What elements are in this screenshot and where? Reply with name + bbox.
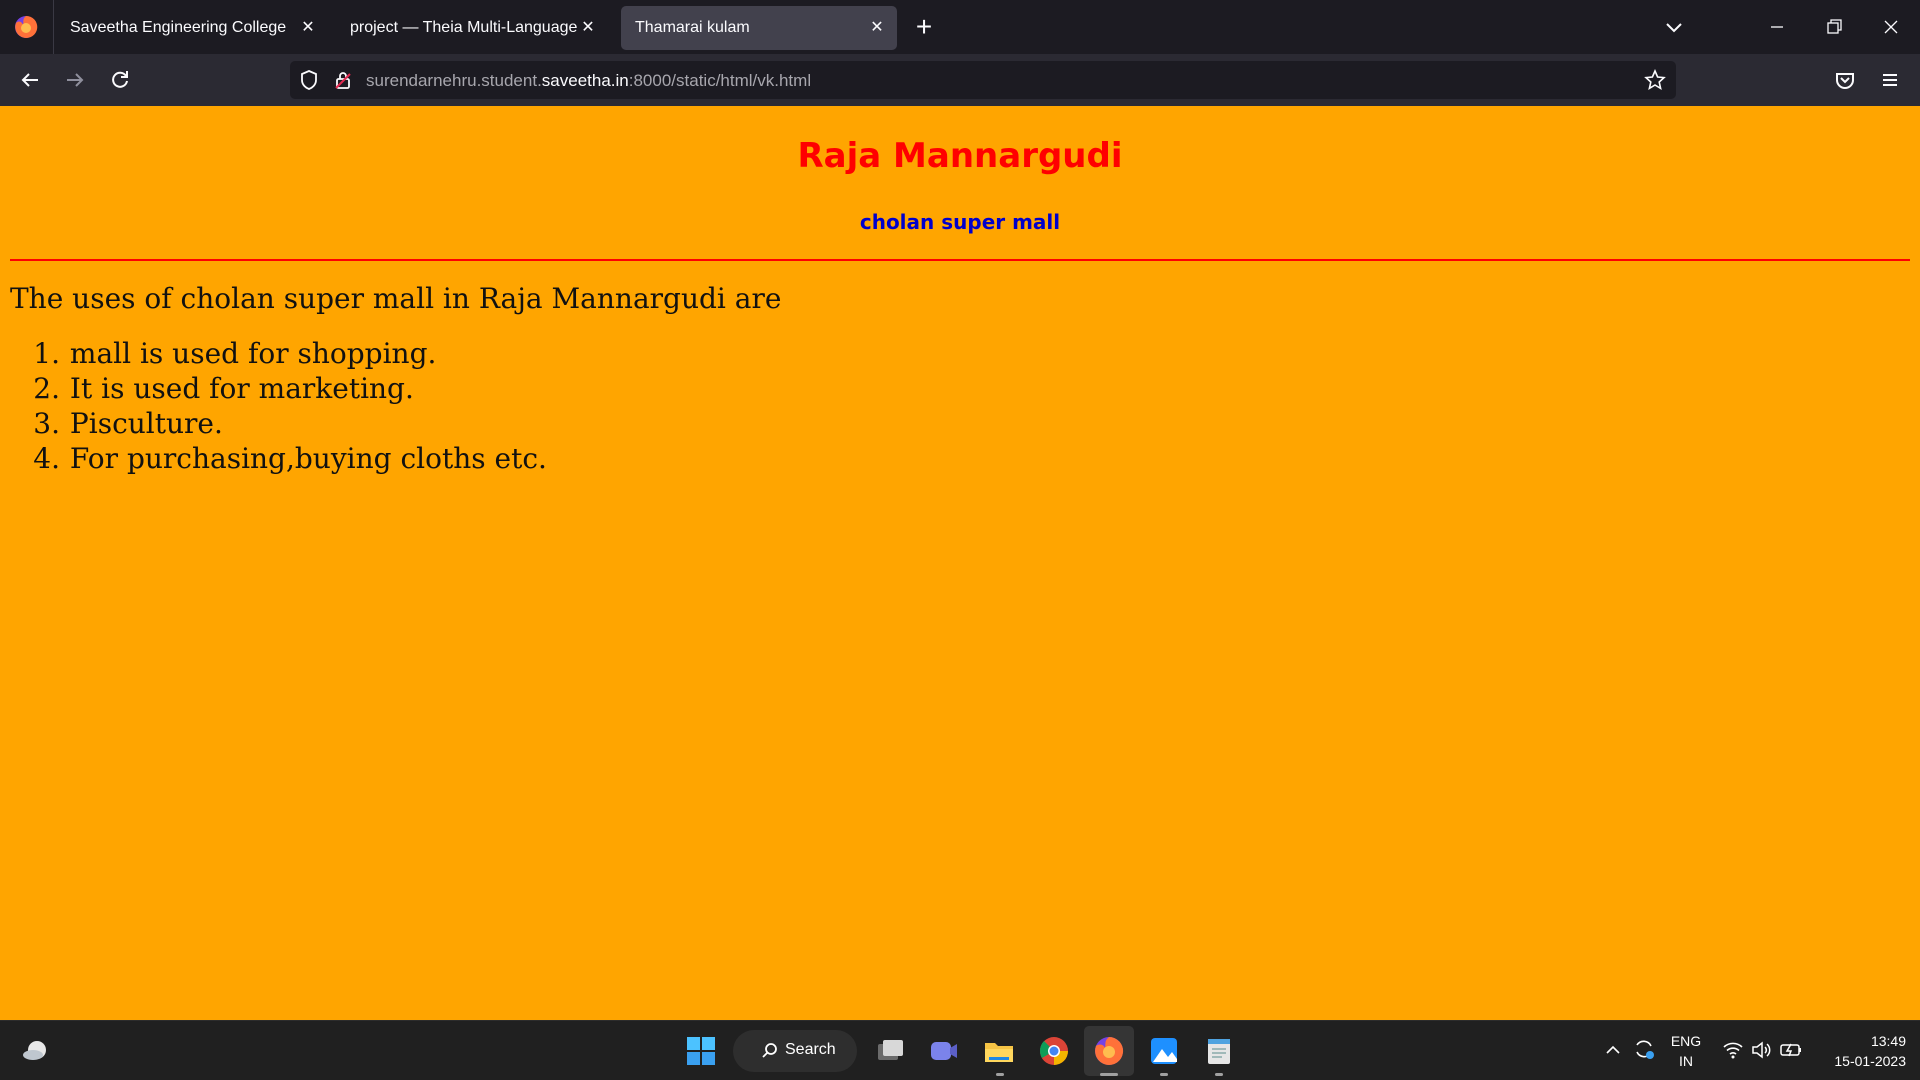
list-item: 1. mall is used for shopping. [20, 336, 547, 371]
list-item: 2. It is used for marketing. [20, 371, 547, 406]
chevron-up-icon[interactable] [1604, 1041, 1622, 1059]
sync-icon[interactable] [1632, 1037, 1656, 1061]
task-view-icon[interactable] [874, 1035, 906, 1067]
running-indicator [996, 1073, 1004, 1076]
firefox-icon[interactable] [13, 14, 39, 40]
tab-thamarai-kulam[interactable]: Thamarai kulam ✕ [621, 6, 897, 50]
list-item-number: 1. [33, 337, 60, 370]
tab-strip: Saveetha Engineering College ✕ project —… [0, 0, 1920, 54]
tab-close-icon[interactable]: ✕ [578, 18, 598, 38]
url-domain: saveetha.in [541, 71, 629, 90]
wifi-icon[interactable] [1722, 1039, 1744, 1061]
running-indicator [1160, 1073, 1168, 1076]
horizontal-rule [10, 259, 1910, 261]
tab-title: Saveetha Engineering College [70, 19, 287, 36]
uses-list: 1. mall is used for shopping. 2. It is u… [20, 336, 547, 476]
pocket-icon[interactable] [1831, 66, 1859, 94]
close-icon[interactable] [1876, 12, 1906, 42]
bookmark-star-icon[interactable] [1644, 69, 1666, 91]
running-indicator [1215, 1073, 1223, 1076]
tab-close-icon[interactable]: ✕ [867, 18, 887, 38]
page-title: Raja Mannargudi [797, 136, 1123, 176]
start-icon[interactable] [685, 1035, 717, 1067]
list-item-text: mall is used for shopping. [69, 337, 437, 370]
restore-icon[interactable] [1819, 12, 1849, 42]
back-icon[interactable] [16, 66, 44, 94]
tabs-list-icon[interactable] [1660, 14, 1688, 42]
firefox-icon[interactable] [1093, 1035, 1125, 1067]
volume-icon[interactable] [1750, 1039, 1772, 1061]
taskbar-clock[interactable]: 13:49 15-01-2023 [1816, 1031, 1906, 1071]
url-suffix: :8000/static/html/vk.html [628, 71, 812, 90]
teams-icon[interactable] [928, 1035, 960, 1067]
minimize-icon[interactable] [1762, 12, 1792, 42]
list-item-text: It is used for marketing. [69, 372, 414, 405]
language-line-2: IN [1679, 1053, 1693, 1069]
taskbar: Search ENG IN 13:49 15-01-2023 [0, 1020, 1920, 1080]
clock-time: 13:49 [1870, 1033, 1906, 1049]
tab-title: Thamarai kulam [635, 19, 750, 36]
tab-separator [53, 0, 54, 54]
tab-project[interactable]: project — Theia Multi-Language Ex ✕ [336, 6, 608, 50]
page-subtitle: cholan super mall [859, 210, 1061, 234]
tab-close-icon[interactable]: ✕ [298, 18, 318, 38]
clock-date: 15-01-2023 [1834, 1053, 1906, 1069]
search-icon [762, 1043, 777, 1058]
weather-icon[interactable] [20, 1035, 52, 1067]
intro-paragraph: The uses of cholan super mall in Raja Ma… [10, 282, 782, 315]
list-item: 3. Pisculture. [20, 406, 547, 441]
url-text[interactable]: surendarnehru.student.saveetha.in:8000/s… [366, 71, 811, 91]
list-item-number: 4. [33, 442, 60, 475]
list-item: 4. For purchasing,buying cloths etc. [20, 441, 547, 476]
tab-title: project — Theia Multi-Language Ex [350, 19, 578, 36]
taskbar-search-button[interactable]: Search [733, 1030, 857, 1072]
reload-icon[interactable] [106, 66, 134, 94]
new-tab-button[interactable]: + [910, 13, 938, 42]
menu-icon[interactable] [1876, 66, 1904, 94]
navigation-bar: surendarnehru.student.saveetha.in:8000/s… [0, 54, 1920, 106]
search-label: Search [785, 1041, 836, 1058]
list-item-text: For purchasing,buying cloths etc. [69, 442, 547, 475]
page-content: Raja Mannargudi cholan super mall The us… [0, 106, 1920, 1020]
language-line-1: ENG [1670, 1033, 1702, 1049]
photos-icon[interactable] [1148, 1035, 1180, 1067]
url-bar[interactable]: surendarnehru.student.saveetha.in:8000/s… [290, 61, 1676, 99]
list-item-number: 2. [33, 372, 60, 405]
url-prefix: surendarnehru.student. [366, 71, 542, 90]
tab-saveetha[interactable]: Saveetha Engineering College ✕ [56, 6, 328, 50]
list-item-text: Pisculture. [69, 407, 223, 440]
battery-icon[interactable] [1779, 1039, 1803, 1061]
list-item-number: 3. [33, 407, 60, 440]
shield-icon[interactable] [298, 69, 320, 91]
forward-icon[interactable] [61, 66, 89, 94]
language-indicator[interactable]: ENG IN [1664, 1031, 1708, 1071]
running-indicator [1100, 1073, 1118, 1076]
notepad-icon[interactable] [1203, 1035, 1235, 1067]
lock-icon[interactable] [332, 69, 354, 91]
file-explorer-icon[interactable] [983, 1035, 1015, 1067]
chrome-icon[interactable] [1038, 1035, 1070, 1067]
